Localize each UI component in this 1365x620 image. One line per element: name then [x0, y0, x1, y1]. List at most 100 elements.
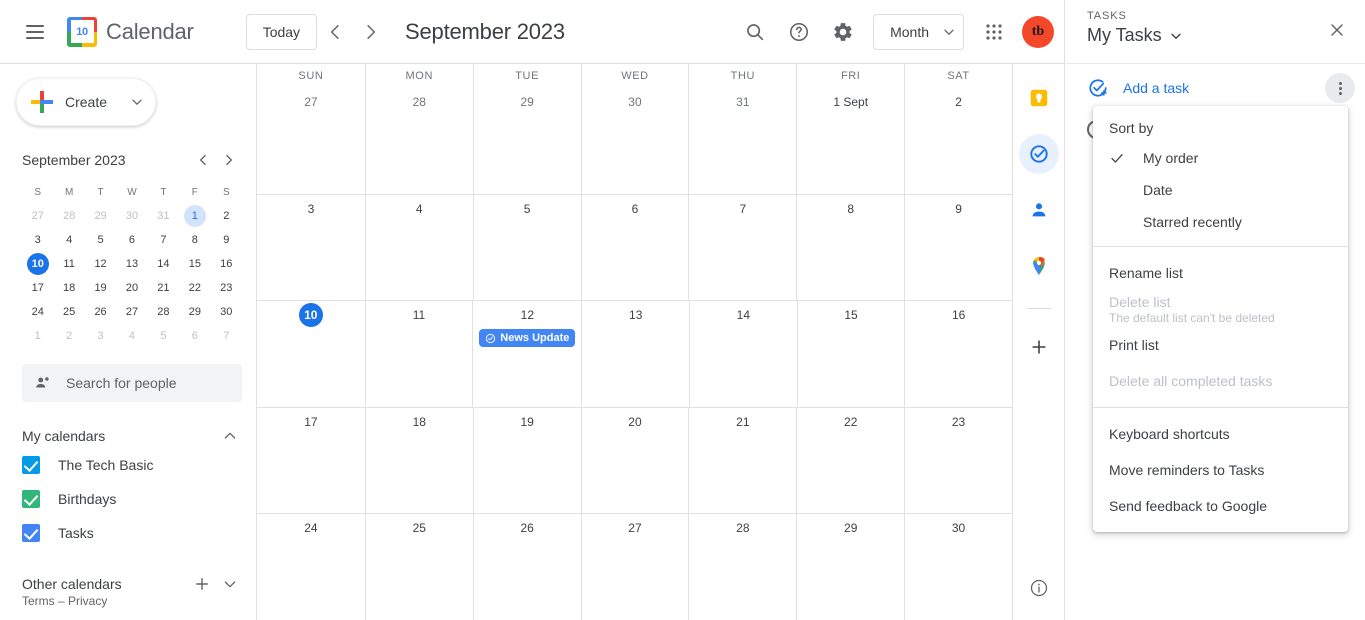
mini-calendar-day[interactable]: 29 — [179, 300, 210, 324]
day-number[interactable]: 31 — [731, 90, 755, 114]
mini-calendar-day[interactable]: 30 — [116, 204, 147, 228]
mini-calendar-day[interactable]: 2 — [53, 324, 84, 348]
mini-calendar-day[interactable]: 23 — [211, 276, 242, 300]
day-number[interactable]: 2 — [947, 90, 971, 114]
google-keep-icon[interactable] — [1019, 78, 1059, 118]
sort-option[interactable]: Starred recently — [1093, 206, 1348, 238]
day-cell[interactable]: 11 — [364, 301, 473, 407]
day-cell[interactable]: 12 News Update — [472, 301, 581, 407]
mini-calendar-day[interactable]: 2 — [211, 204, 242, 228]
day-number[interactable]: 26 — [515, 516, 539, 540]
day-cell[interactable]: 14 — [689, 301, 797, 407]
mini-calendar-day[interactable]: 20 — [116, 276, 147, 300]
calendar-checkbox[interactable] — [22, 490, 40, 508]
day-cell[interactable]: 4 — [364, 194, 473, 301]
mini-calendar-day[interactable]: 26 — [85, 300, 116, 324]
day-number[interactable]: 18 — [407, 410, 431, 434]
menu-item[interactable]: Move reminders to Tasks — [1093, 452, 1348, 488]
sort-option[interactable]: My order — [1093, 142, 1348, 174]
add-side-panel-plus-icon[interactable] — [1019, 327, 1059, 367]
gear-icon[interactable] — [821, 10, 865, 54]
today-button[interactable]: Today — [245, 13, 318, 50]
chevron-down-icon[interactable] — [218, 572, 242, 596]
task-list-selector[interactable]: My Tasks — [1087, 25, 1182, 46]
day-number[interactable]: 29 — [839, 516, 863, 540]
mini-calendar-day[interactable]: 27 — [22, 204, 53, 228]
next-period-button[interactable] — [353, 14, 389, 50]
mini-calendar-day[interactable]: 10 — [22, 252, 53, 276]
mini-calendar-day[interactable]: 19 — [85, 276, 116, 300]
day-cell[interactable]: 30 — [904, 514, 1012, 620]
day-cell[interactable]: 26 — [472, 514, 581, 620]
day-number[interactable]: 4 — [407, 197, 431, 221]
mini-calendar-day[interactable]: 27 — [116, 300, 147, 324]
menu-item[interactable]: Keyboard shortcuts — [1093, 416, 1348, 452]
mini-calendar-day[interactable]: 4 — [116, 324, 147, 348]
day-cell[interactable]: 7 — [688, 194, 796, 301]
day-cell[interactable]: 9 — [904, 194, 1012, 301]
day-cell[interactable]: 30 — [580, 88, 689, 194]
main-menu-icon[interactable] — [11, 8, 59, 56]
day-number[interactable]: 19 — [515, 410, 539, 434]
mini-calendar-day[interactable]: 9 — [211, 228, 242, 252]
day-number[interactable]: 8 — [839, 197, 863, 221]
day-cell[interactable]: 8 — [796, 194, 904, 301]
calendar-event-chip[interactable]: News Update — [479, 329, 576, 348]
day-cell[interactable]: 20 — [580, 407, 689, 514]
mini-calendar-day[interactable]: 17 — [22, 276, 53, 300]
more-vertical-icon[interactable] — [1325, 73, 1355, 103]
day-number[interactable]: 22 — [839, 410, 863, 434]
calendar-list-item[interactable]: Birthdays — [22, 482, 242, 516]
google-apps-grid-icon[interactable] — [972, 10, 1016, 54]
day-cell[interactable]: 31 — [688, 88, 796, 194]
terms-privacy-link[interactable]: Terms – Privacy — [22, 594, 107, 608]
day-cell[interactable]: 29 — [796, 514, 904, 620]
view-mode-select[interactable]: Month — [873, 13, 964, 50]
day-number[interactable]: 1 Sept — [829, 90, 872, 114]
mini-calendar-day[interactable]: 1 — [179, 204, 210, 228]
day-cell[interactable]: 18 — [364, 407, 473, 514]
mini-calendar-day[interactable]: 30 — [211, 300, 242, 324]
mini-calendar-day[interactable]: 14 — [148, 252, 179, 276]
mini-next-month-button[interactable] — [216, 147, 242, 173]
calendar-checkbox[interactable] — [22, 524, 40, 542]
mini-calendar-day[interactable]: 6 — [179, 324, 210, 348]
day-cell[interactable]: 19 — [472, 407, 581, 514]
mini-calendar-day[interactable]: 15 — [179, 252, 210, 276]
my-calendars-section-header[interactable]: My calendars — [22, 424, 242, 448]
day-cell[interactable]: 27 — [257, 88, 365, 194]
avatar[interactable]: tb — [1022, 15, 1054, 48]
previous-period-button[interactable] — [317, 14, 353, 50]
day-cell[interactable]: 17 — [257, 408, 365, 514]
day-cell[interactable]: 16 — [904, 301, 1012, 407]
day-number[interactable]: 28 — [731, 516, 755, 540]
day-cell[interactable]: 3 — [257, 195, 365, 301]
sort-option[interactable]: Date — [1093, 174, 1348, 206]
day-number[interactable]: 13 — [624, 303, 648, 327]
day-cell[interactable]: 27 — [580, 514, 689, 620]
mini-calendar-day[interactable]: 11 — [53, 252, 84, 276]
day-number[interactable]: 30 — [623, 90, 647, 114]
day-number[interactable]: 29 — [515, 90, 539, 114]
calendar-list-item[interactable]: The Tech Basic — [22, 448, 242, 482]
day-cell[interactable]: 5 — [472, 194, 581, 301]
calendar-list-item[interactable]: Tasks — [22, 516, 242, 550]
mini-calendar-day[interactable]: 24 — [22, 300, 53, 324]
day-number[interactable]: 15 — [839, 303, 863, 327]
mini-calendar-day[interactable]: 6 — [116, 228, 147, 252]
mini-calendar-day[interactable]: 16 — [211, 252, 242, 276]
mini-calendar-day[interactable]: 4 — [53, 228, 84, 252]
mini-calendar-day[interactable]: 12 — [85, 252, 116, 276]
mini-calendar-day[interactable]: 3 — [22, 228, 53, 252]
mini-calendar-day[interactable]: 29 — [85, 204, 116, 228]
day-number[interactable]: 12 — [515, 303, 539, 327]
day-number[interactable]: 11 — [407, 303, 431, 327]
day-number[interactable]: 7 — [731, 197, 755, 221]
day-number[interactable]: 17 — [299, 410, 323, 434]
calendar-logo-link[interactable]: 10 Calendar — [67, 16, 194, 47]
menu-item[interactable]: Send feedback to Google — [1093, 488, 1348, 524]
mini-calendar-day[interactable]: 28 — [148, 300, 179, 324]
close-icon[interactable] — [1317, 10, 1357, 50]
day-number[interactable]: 3 — [299, 197, 323, 221]
day-number[interactable]: 9 — [947, 197, 971, 221]
